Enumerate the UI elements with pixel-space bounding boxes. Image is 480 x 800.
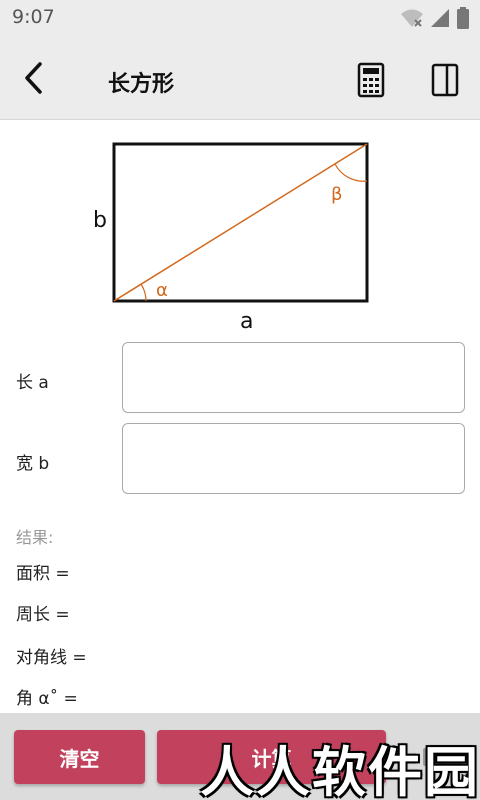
watermark: 人人软件园 [200,741,480,800]
back-arrow-icon [25,62,42,94]
beta-arc [334,163,368,182]
side-b-label: b [93,208,107,233]
wifi-off-icon [401,9,423,27]
length-input[interactable] [122,342,465,413]
results-heading: 结果: [16,528,54,547]
status-icons [400,7,470,29]
battery-icon [457,7,469,29]
beta-label: β [331,184,343,205]
width-input[interactable] [122,423,465,494]
side-a-label: a [240,309,253,334]
diagonal-line [113,143,368,302]
status-bar: 9:07 [0,0,480,36]
cell-signal-icon [431,9,449,27]
page-title: 长方形 [108,72,175,97]
app-bar: 长方形 [0,36,480,120]
clear-button[interactable]: 清空 [14,730,145,784]
length-label: 长 a [16,373,49,393]
side-panel-button[interactable] [430,62,460,98]
rectangle-diagram: α β b a [93,142,369,334]
perimeter-result: 周长 = [16,605,70,625]
diagonal-result: 对角线 = [16,648,87,668]
alpha-arc [140,283,147,302]
area-result: 面积 = [16,564,70,584]
alpha-label: α [156,280,168,301]
back-button[interactable] [18,60,50,96]
calculator-icon [357,62,385,98]
angle-result: 角 α˚ = [16,689,78,709]
width-label: 宽 b [16,454,50,474]
side-panel-icon [431,63,459,97]
calculator-button[interactable] [356,62,386,98]
status-time: 9:07 [12,6,55,28]
